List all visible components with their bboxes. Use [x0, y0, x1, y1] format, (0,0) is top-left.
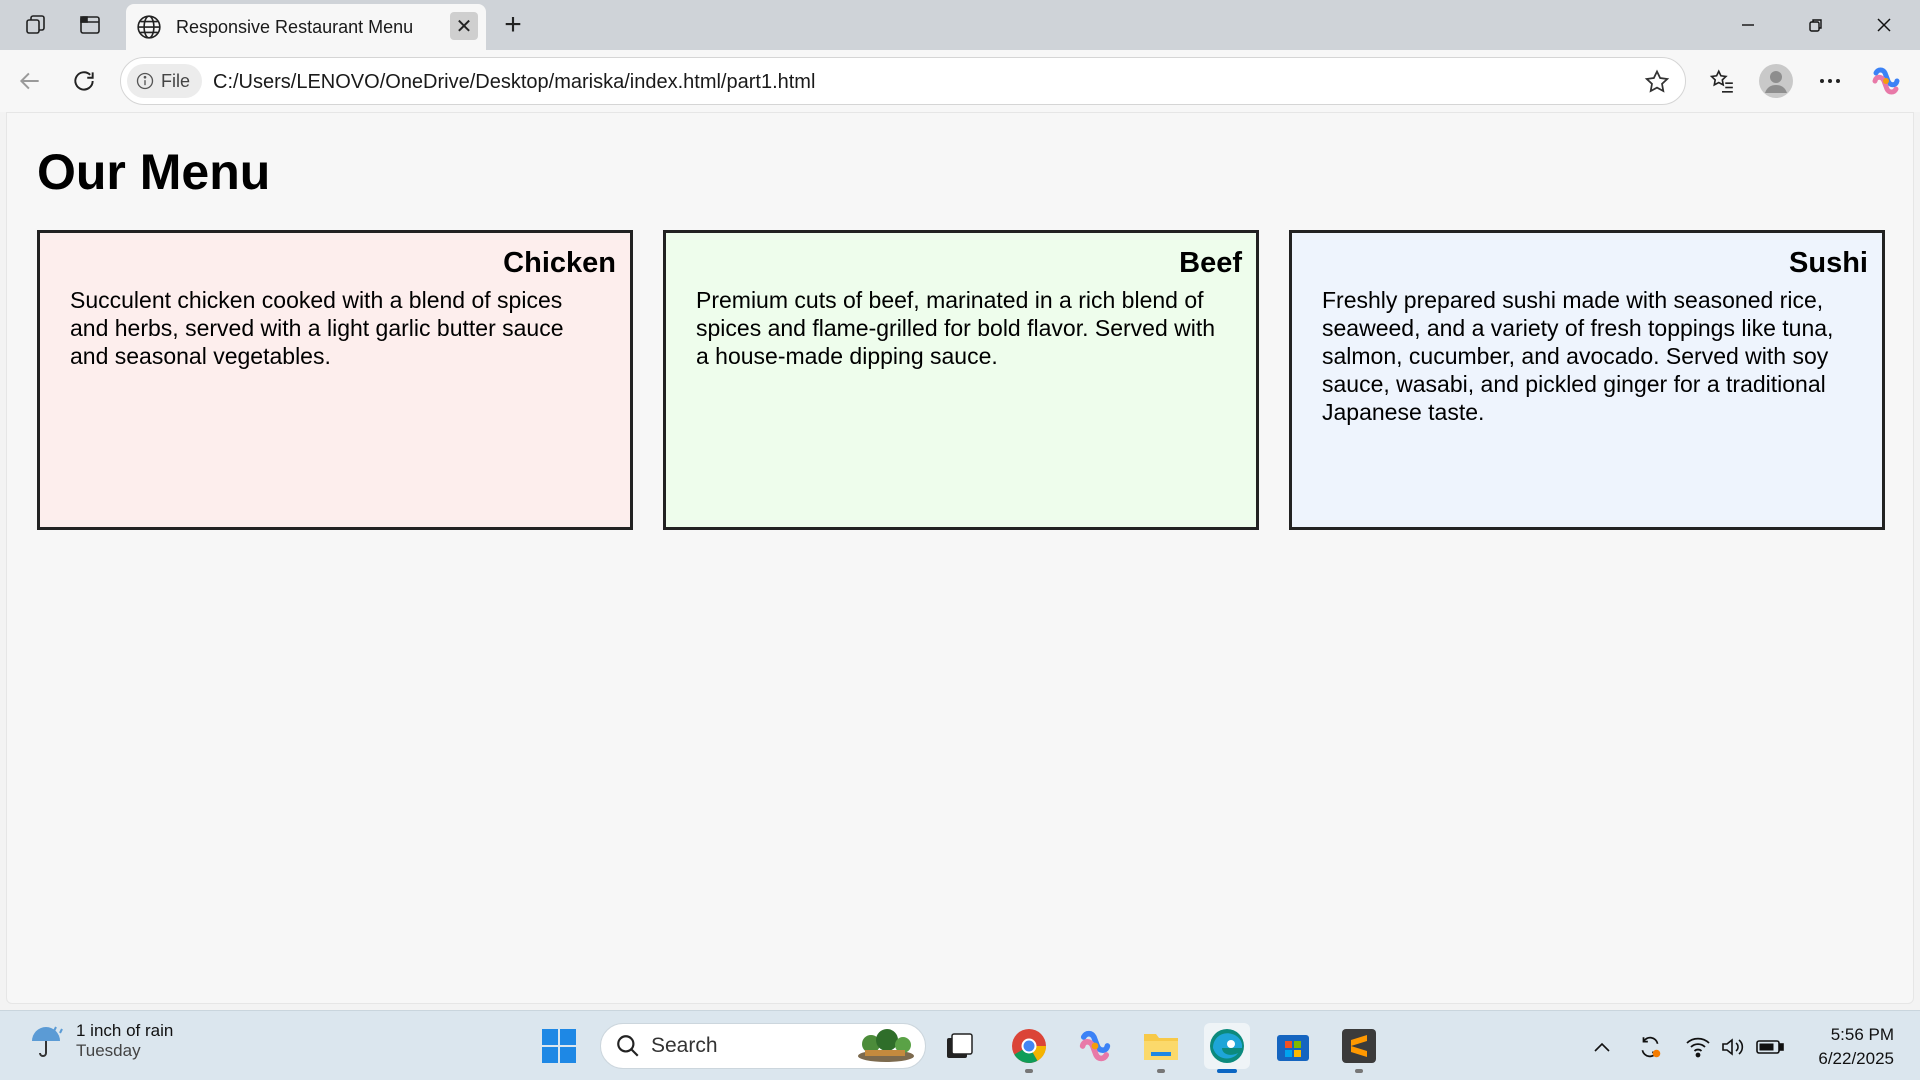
weather-day: Tuesday [76, 1041, 141, 1060]
card-description: Succulent chicken cooked with a blend of… [70, 287, 564, 369]
card-title: Sushi [1789, 247, 1868, 279]
file-label: File [161, 70, 191, 91]
card-description: Freshly prepared sushi made with seasone… [1322, 287, 1834, 425]
restore-icon[interactable] [1790, 6, 1842, 44]
battery-icon[interactable] [1756, 1033, 1784, 1061]
clock-time: 5:56 PM [1830, 1025, 1894, 1044]
minimize-icon[interactable] [1722, 6, 1774, 44]
search-icon [617, 1035, 639, 1057]
more-options-icon[interactable] [1812, 63, 1848, 99]
weather-condition: 1 inch of rain [76, 1021, 174, 1040]
page-viewport: Our Menu Chicken Succulent chicken cooke… [6, 112, 1914, 1004]
taskbar-search[interactable]: Search [600, 1023, 926, 1069]
task-view-icon[interactable] [936, 1023, 982, 1069]
copilot-app-icon[interactable] [1072, 1023, 1118, 1069]
taskbar: 1 inch of rain Tuesday Search 5:56 PM 6/… [0, 1010, 1920, 1080]
chrome-icon[interactable] [1006, 1023, 1052, 1073]
title-bar: Responsive Restaurant Menu ✕ + [0, 0, 1920, 50]
tab-title: Responsive Restaurant Menu [176, 17, 414, 37]
clock-date: 6/22/2025 [1818, 1049, 1894, 1068]
menu-card-sushi: Sushi Freshly prepared sushi made with s… [1289, 230, 1885, 530]
copilot-icon[interactable] [1868, 63, 1904, 99]
card-title: Chicken [503, 247, 616, 279]
volume-icon[interactable] [1718, 1033, 1746, 1061]
card-description: Premium cuts of beef, marinated in a ric… [696, 287, 1216, 369]
site-info-chip[interactable]: File [127, 64, 203, 98]
new-tab-icon[interactable]: + [496, 8, 530, 42]
vertical-tabs-icon[interactable] [74, 9, 106, 41]
workspaces-icon[interactable] [20, 9, 52, 41]
card-title: Beef [1179, 247, 1242, 279]
wifi-icon[interactable] [1684, 1033, 1712, 1061]
browser-toolbar: File C:/Users/LENOVO/OneDrive/Desktop/ma… [0, 50, 1920, 112]
favorite-star-icon[interactable] [1643, 68, 1671, 96]
clock[interactable]: 5:56 PM 6/22/2025 [1818, 1023, 1894, 1071]
menu-cards: Chicken Succulent chicken cooked with a … [37, 230, 1885, 530]
search-highlight-icon [858, 1029, 914, 1062]
search-label: Search [651, 1034, 718, 1057]
profile-avatar[interactable] [1758, 63, 1794, 99]
edge-icon[interactable] [1204, 1023, 1250, 1073]
refresh-icon[interactable] [64, 61, 104, 101]
close-window-icon[interactable] [1858, 6, 1910, 44]
weather-widget[interactable]: 1 inch of rain Tuesday [26, 1021, 173, 1061]
file-explorer-icon[interactable] [1138, 1023, 1184, 1073]
globe-icon [137, 15, 161, 39]
menu-card-beef: Beef Premium cuts of beef, marinated in … [663, 230, 1259, 530]
chevron-up-icon[interactable] [1588, 1033, 1616, 1061]
store-icon[interactable] [1270, 1023, 1316, 1069]
address-bar[interactable]: File C:/Users/LENOVO/OneDrive/Desktop/ma… [120, 57, 1686, 105]
url-text[interactable]: C:/Users/LENOVO/OneDrive/Desktop/mariska… [213, 71, 815, 94]
menu-card-chicken: Chicken Succulent chicken cooked with a … [37, 230, 633, 530]
favorites-icon[interactable] [1704, 63, 1740, 99]
sync-icon[interactable] [1636, 1033, 1664, 1061]
page-title: Our Menu [37, 144, 271, 200]
back-icon[interactable] [10, 61, 50, 101]
close-tab-icon[interactable]: ✕ [450, 12, 478, 40]
info-icon [136, 72, 154, 90]
start-icon[interactable] [536, 1023, 582, 1069]
active-tab[interactable]: Responsive Restaurant Menu ✕ [126, 4, 486, 50]
rain-umbrella-icon [32, 1026, 63, 1057]
sublime-text-icon[interactable] [1336, 1023, 1382, 1073]
